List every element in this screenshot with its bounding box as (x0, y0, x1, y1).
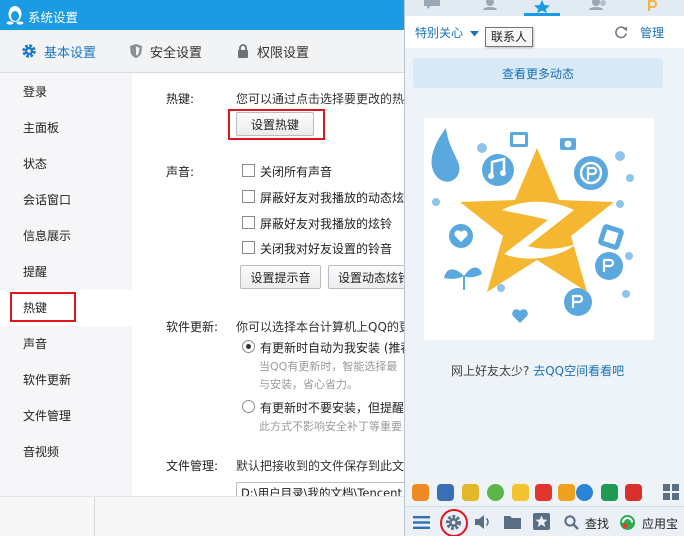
divider (94, 497, 95, 536)
file-management-label: 文件管理: (166, 459, 219, 473)
contact-person-icon[interactable] (481, 0, 499, 10)
sidebar-item-info-display[interactable]: 信息展示 (0, 218, 132, 254)
checkbox-label: 关闭所有声音 (260, 165, 333, 179)
tab-label: 权限设置 (257, 45, 310, 61)
title-bar[interactable]: 系统设置 (0, 0, 404, 30)
search-label: 查找 (585, 517, 610, 531)
system-settings-window: 系统设置 基本设置 安全设置 权限设置 登录 主面板 状态 会话窗口 信息展示 … (0, 0, 404, 536)
disable-my-ringtone-checkbox[interactable] (242, 241, 255, 254)
lock-icon (238, 44, 248, 58)
qq-main-panel: 特别关心 管理 联系人 查看更多动态 网上好友太少? 去QQ空间看看吧 查找 应… (404, 0, 684, 536)
sidebar-item-reminders[interactable]: 提醒 (0, 254, 132, 290)
qzone-star-logo-icon (431, 128, 634, 323)
speaker-icon[interactable] (474, 514, 491, 530)
auto-install-radio[interactable] (242, 340, 255, 353)
app-tray-icon[interactable] (558, 484, 575, 501)
sidebar-item-file-management[interactable]: 文件管理 (0, 398, 132, 434)
hotkey-label: 热键: (166, 92, 195, 106)
sidebar-item-audio-video[interactable]: 音视频 (0, 434, 132, 470)
app-tray-icon[interactable] (462, 484, 479, 501)
favorites-star-icon[interactable] (533, 513, 550, 530)
folder-icon[interactable] (504, 515, 521, 529)
highlight-circle-settings (440, 509, 468, 536)
contacts-tooltip: 联系人 (485, 27, 534, 47)
app-tray-icon[interactable] (412, 484, 429, 501)
auto-install-note-2: 与安装，省心省力。 (259, 378, 358, 391)
block-dynamic-ringtone-checkbox[interactable] (242, 190, 255, 203)
sidebar-item-login[interactable]: 登录 (0, 74, 132, 110)
sidebar-item-main-panel[interactable]: 主面板 (0, 110, 132, 146)
qzone-p-icon[interactable] (645, 0, 659, 11)
sidebar-item-software-update[interactable]: 软件更新 (0, 362, 132, 398)
app-tray-icon[interactable] (437, 484, 454, 501)
app-tray-icon[interactable] (535, 484, 552, 501)
radio-label: 有更新时自动为我安装 (推荐 (260, 341, 404, 355)
special-care-dropdown[interactable]: 特别关心 (415, 24, 479, 41)
caret-down-icon (469, 30, 479, 36)
manage-link[interactable]: 管理 (640, 24, 664, 41)
sound-label: 声音: (166, 165, 195, 179)
app-tray-icon[interactable] (512, 484, 529, 501)
app-store-label: 应用宝 (642, 517, 679, 531)
app-tray-icon[interactable] (601, 484, 618, 501)
app-grid-icon[interactable] (663, 484, 679, 500)
tab-label: 安全设置 (150, 45, 203, 61)
settings-tab-bar: 基本设置 安全设置 权限设置 (0, 30, 404, 73)
window-title: 系统设置 (28, 10, 79, 25)
tab-permission-settings[interactable]: 权限设置 (236, 30, 309, 72)
set-alert-sound-button[interactable]: 设置提示音 (240, 265, 321, 289)
software-update-label: 软件更新: (166, 320, 219, 334)
app-tray-icon[interactable] (576, 484, 593, 501)
set-dynamic-ringtone-button[interactable]: 设置动态炫铃 (328, 265, 404, 289)
bottom-toolbar: 查找 应用宝 (405, 506, 684, 536)
sidebar-item-status[interactable]: 状态 (0, 146, 132, 182)
gear-icon (22, 44, 36, 58)
app-tray-icon[interactable] (625, 484, 642, 501)
settings-sidebar: 登录 主面板 状态 会话窗口 信息展示 提醒 热键 声音 软件更新 文件管理 音… (0, 73, 132, 496)
go-qzone-link[interactable]: 去QQ空间看看吧 (533, 364, 624, 378)
search-icon (564, 515, 579, 530)
shield-icon (130, 44, 142, 58)
highlight-box-set-hotkey (228, 109, 325, 140)
sidebar-item-sound[interactable]: 声音 (0, 326, 132, 362)
app-tray-icon[interactable] (487, 484, 504, 501)
group-icon[interactable] (589, 0, 609, 10)
star-tab-icon[interactable] (533, 0, 551, 13)
special-care-label: 特别关心 (415, 26, 464, 40)
file-management-description: 默认把接收到的文件保存到此文 (236, 459, 404, 473)
sidebar-item-chat-window[interactable]: 会话窗口 (0, 182, 132, 218)
radio-label: 有更新时不要安装，但提醒 (260, 401, 404, 415)
qq-penguin-icon (6, 6, 24, 25)
notify-only-note: 此方式不影响安全补丁等重要 (259, 420, 402, 433)
file-save-path-field[interactable]: D:\用户目录\我的文档\Tencent (236, 482, 404, 496)
few-friends-message: 网上好友太少? 去QQ空间看看吧 (451, 362, 624, 379)
auto-install-note: 当QQ有更新时，智能选择最 (259, 360, 398, 373)
hotkey-description: 您可以通过点击选择要更改的热 (236, 92, 404, 106)
view-more-feeds-button[interactable]: 查看更多动态 (413, 58, 663, 88)
background-window-strip (0, 496, 404, 536)
tab-security-settings[interactable]: 安全设置 (129, 30, 202, 72)
chat-bubble-icon[interactable] (423, 0, 441, 10)
notify-only-radio[interactable] (242, 400, 255, 413)
checkbox-label: 屏蔽好友对我播放的动态炫 (260, 191, 404, 205)
app-tray (405, 478, 684, 506)
software-update-description: 你可以选择本台计算机上QQ的更 (236, 320, 404, 334)
tab-label: 基本设置 (44, 45, 97, 61)
highlight-box-hotkeys (10, 292, 76, 322)
feeds-header: 特别关心 管理 (405, 16, 684, 48)
checkbox-label: 屏蔽好友对我播放的炫铃 (260, 217, 393, 231)
settings-content: 热键: 您可以通过点击选择要更改的热 设置热键 声音: 关闭所有声音 屏蔽好友对… (132, 73, 404, 496)
qq-panel-tab-strip (405, 0, 684, 17)
block-ringtone-checkbox[interactable] (242, 216, 255, 229)
qzone-star-illustration (424, 118, 654, 340)
mute-all-checkbox[interactable] (242, 164, 255, 177)
tab-basic-settings[interactable]: 基本设置 (21, 30, 96, 72)
refresh-icon[interactable] (614, 25, 628, 39)
few-friends-text: 网上好友太少? (451, 364, 530, 378)
main-menu-icon[interactable] (413, 516, 430, 529)
app-store-icon (620, 515, 635, 530)
checkbox-label: 关闭我对好友设置的铃音 (260, 242, 393, 256)
